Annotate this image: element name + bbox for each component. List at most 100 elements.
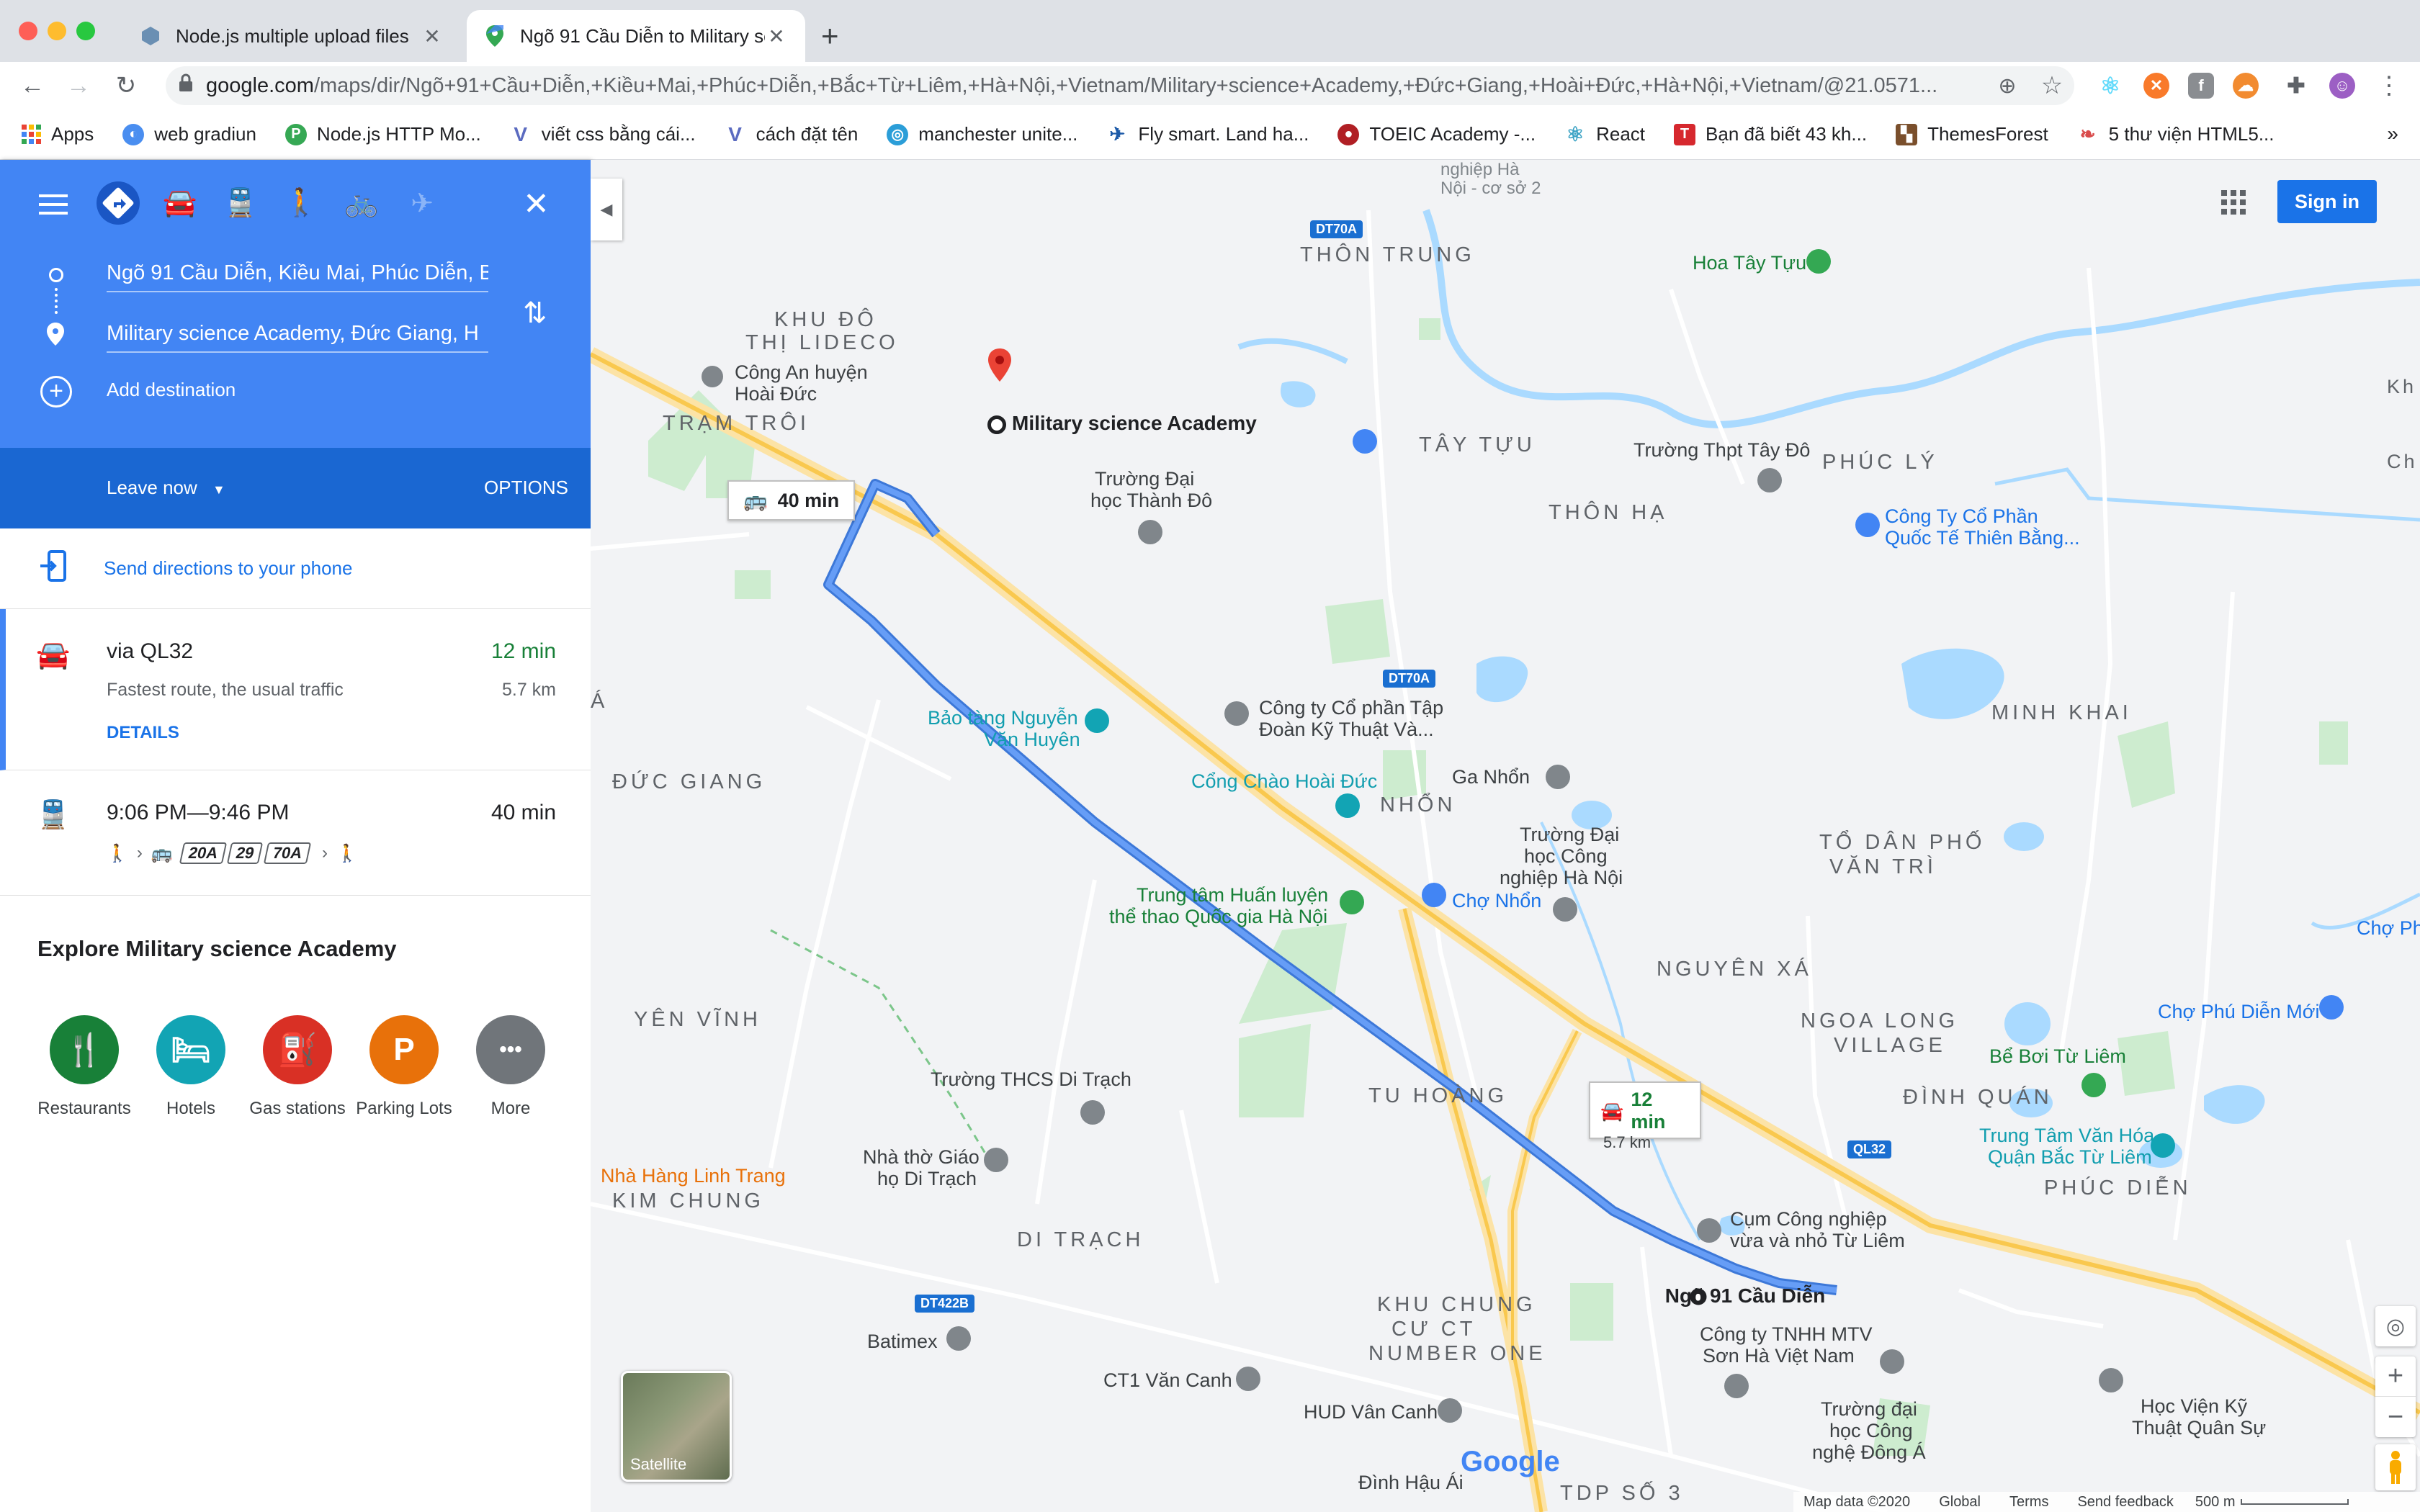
forward-button[interactable]: → <box>62 69 95 102</box>
bookmark-item[interactable]: ❧ 5 thư viện HTML5... <box>2077 123 2275 145</box>
poi-label[interactable]: Quận Bắc Từ Liêm <box>1988 1146 2152 1169</box>
mode-driving-icon[interactable]: 🚘 <box>157 180 203 226</box>
poi-label[interactable]: Chợ Ph <box>2357 917 2420 940</box>
global-link[interactable]: Global <box>1939 1494 1981 1511</box>
explore-gas-stations-button[interactable]: ⛽ Gas stations <box>243 1015 351 1119</box>
collapse-panel-button[interactable]: ◀ <box>591 179 622 240</box>
tab-node-upload[interactable]: Node.js multiple upload files ✕ <box>122 10 461 62</box>
close-directions-icon[interactable]: ✕ <box>523 186 550 222</box>
mode-cycling-icon[interactable]: 🚲 <box>339 180 385 226</box>
poi-label[interactable]: Chợ Phú Diễn Mới <box>2158 1001 2320 1023</box>
poi-label[interactable]: học Công <box>1524 845 1608 868</box>
zoom-in-button[interactable]: + <box>2375 1356 2416 1397</box>
browser-menu-icon[interactable]: ⋮ <box>2372 69 2406 102</box>
google-apps-icon[interactable] <box>2221 190 2246 215</box>
poi-label[interactable]: CT1 Văn Canh <box>1103 1369 1232 1392</box>
bookmark-item[interactable]: ⚛ React <box>1564 123 1645 145</box>
satellite-toggle[interactable]: Satellite <box>621 1371 732 1482</box>
bookmark-item[interactable]: ▚ ThemesForest <box>1896 123 2048 145</box>
bookmarks-overflow-button[interactable]: » <box>2387 122 2398 145</box>
send-to-phone-row[interactable]: Send directions to your phone <box>0 528 591 609</box>
poi-label[interactable]: nghệ Đông Á <box>1812 1441 1926 1464</box>
poi-label[interactable]: Công An huyện <box>735 361 868 384</box>
leave-now-dropdown[interactable]: Leave now ▼ <box>107 477 225 499</box>
bookmark-star-icon[interactable]: ☆ <box>2035 69 2069 102</box>
poi-label[interactable]: Văn Huyên <box>984 729 1080 751</box>
origin-label[interactable]: Ngõ 91 Cầu Diễn <box>1665 1284 1825 1308</box>
orange-extension-icon[interactable]: ✕ <box>2143 73 2169 99</box>
poi-label[interactable]: HUD Vân Canh <box>1304 1401 1438 1423</box>
my-location-button[interactable]: ◎ <box>2375 1306 2416 1346</box>
react-devtools-extension-icon[interactable]: ⚛ <box>2097 73 2123 99</box>
bookmark-item[interactable]: ✈ Fly smart. Land ha... <box>1106 123 1309 145</box>
sign-in-button[interactable]: Sign in <box>2277 180 2377 223</box>
poi-label[interactable]: Trường đại <box>1821 1398 1917 1421</box>
bookmark-item[interactable]: ◐ web gradiun <box>122 123 256 145</box>
extensions-puzzle-icon[interactable]: ✚ <box>2283 73 2309 99</box>
poi-label[interactable]: Batimex <box>867 1331 938 1353</box>
route-details-button[interactable]: DETAILS <box>107 723 179 743</box>
window-zoom-button[interactable] <box>76 22 95 40</box>
poi-label[interactable]: Quốc Tế Thiên Bằng... <box>1885 527 2080 549</box>
poi-label[interactable]: Đình Hậu Ái <box>1358 1472 1464 1494</box>
tab-close-icon[interactable]: ✕ <box>421 24 444 48</box>
back-button[interactable]: ← <box>16 69 49 102</box>
bookmark-item[interactable]: T Bạn đã biết 43 kh... <box>1674 123 1867 145</box>
poi-label[interactable]: nghiệp Hà Nội <box>1500 867 1623 889</box>
poi-label[interactable]: Trung Tâm Văn Hóa <box>1979 1125 2154 1147</box>
terms-link[interactable]: Terms <box>2009 1494 2048 1511</box>
tab-google-maps[interactable]: Ngõ 91 Cầu Diễn to Military sci ✕ <box>467 10 805 62</box>
tab-close-icon[interactable]: ✕ <box>765 24 788 48</box>
menu-icon[interactable] <box>39 194 68 215</box>
poi-label[interactable]: Nhà thờ Giáo <box>863 1146 980 1169</box>
add-destination-icon[interactable]: + <box>40 376 72 408</box>
poi-label[interactable]: Nhà Hàng Linh Trang <box>601 1165 786 1187</box>
install-app-icon[interactable]: ⊕ <box>1991 69 2024 102</box>
poi-label[interactable]: Thuật Quân Sự <box>2132 1417 2266 1439</box>
explore-more-button[interactable]: ••• More <box>457 1015 565 1119</box>
map-canvas[interactable]: Military science Academy Ngõ 91 Cầu Diễn… <box>591 160 2420 1512</box>
destination-pin-icon[interactable] <box>987 348 1012 385</box>
poi-label[interactable]: Bể Bơi Từ Liêm <box>1989 1045 2126 1068</box>
swap-endpoints-icon[interactable]: ⇅ <box>523 297 547 330</box>
poi-label[interactable]: Hoa Tây Tựu <box>1693 252 1806 274</box>
poi-label[interactable]: Cổng Chào Hoài Đức <box>1191 770 1377 793</box>
poi-label[interactable]: vừa và nhỏ Từ Liêm <box>1730 1230 1905 1252</box>
drive-route-callout[interactable]: 🚘 12 min 5.7 km <box>1589 1081 1701 1151</box>
pegman-icon[interactable] <box>2375 1444 2416 1490</box>
poi-label[interactable]: Chợ Nhổn <box>1452 890 1541 912</box>
transit-route-callout[interactable]: 🚌 40 min <box>727 480 856 521</box>
poi-label[interactable]: Công ty TNHH MTV <box>1700 1323 1873 1346</box>
poi-label[interactable]: Đoàn Kỹ Thuật Và... <box>1259 719 1434 741</box>
mode-flight-icon[interactable]: ✈ <box>399 180 445 226</box>
poi-label[interactable]: học Thành Đô <box>1090 490 1212 512</box>
poi-label[interactable]: Trường THCS Di Trạch <box>931 1068 1131 1091</box>
bookmark-item[interactable]: P Node.js HTTP Mo... <box>284 123 481 145</box>
new-tab-button[interactable]: + <box>821 19 839 53</box>
bookmark-item[interactable]: Vviết css bằng cái... <box>510 123 695 145</box>
destination-label[interactable]: Military science Academy <box>1012 412 1257 435</box>
reload-button[interactable]: ↻ <box>109 69 143 102</box>
cloud-extension-icon[interactable]: ☁ <box>2233 73 2259 99</box>
facebook-extension-icon[interactable]: f <box>2188 73 2214 99</box>
poi-label[interactable]: Học Viện Kỹ <box>2141 1395 2247 1418</box>
destination-input[interactable]: Military science Academy, Đức Giang, H <box>107 314 488 353</box>
send-feedback-link[interactable]: Send feedback <box>2077 1494 2173 1511</box>
bookmark-item[interactable]: ● TOEIC Academy -... <box>1337 123 1536 145</box>
mode-transit-icon[interactable]: 🚆 <box>218 180 264 226</box>
poi-label[interactable]: Trường Đại <box>1095 468 1194 490</box>
bookmark-item[interactable]: ◎ manchester unite... <box>887 123 1077 145</box>
bookmark-item[interactable]: Vcách đặt tên <box>725 123 858 145</box>
explore-hotels-button[interactable]: 🛏 Hotels <box>137 1015 245 1119</box>
poi-label[interactable]: họ Di Trạch <box>877 1168 977 1190</box>
window-minimize-button[interactable] <box>48 22 66 40</box>
add-destination-button[interactable]: Add destination <box>107 379 236 401</box>
zoom-out-button[interactable]: − <box>2375 1397 2416 1437</box>
poi-label[interactable]: Công Ty Cổ Phần <box>1885 505 2038 528</box>
bookmark-apps[interactable]: Apps <box>22 123 94 145</box>
poi-label[interactable]: Công ty Cổ phần Tập <box>1259 697 1443 719</box>
poi-label[interactable]: Hoài Đức <box>735 383 817 405</box>
route-option-driving[interactable]: 🚘 via QL32 12 min Fastest route, the usu… <box>0 609 591 770</box>
origin-input[interactable]: Ngõ 91 Cầu Diễn, Kiều Mai, Phúc Diễn, B <box>107 253 488 292</box>
options-button[interactable]: OPTIONS <box>484 477 568 499</box>
